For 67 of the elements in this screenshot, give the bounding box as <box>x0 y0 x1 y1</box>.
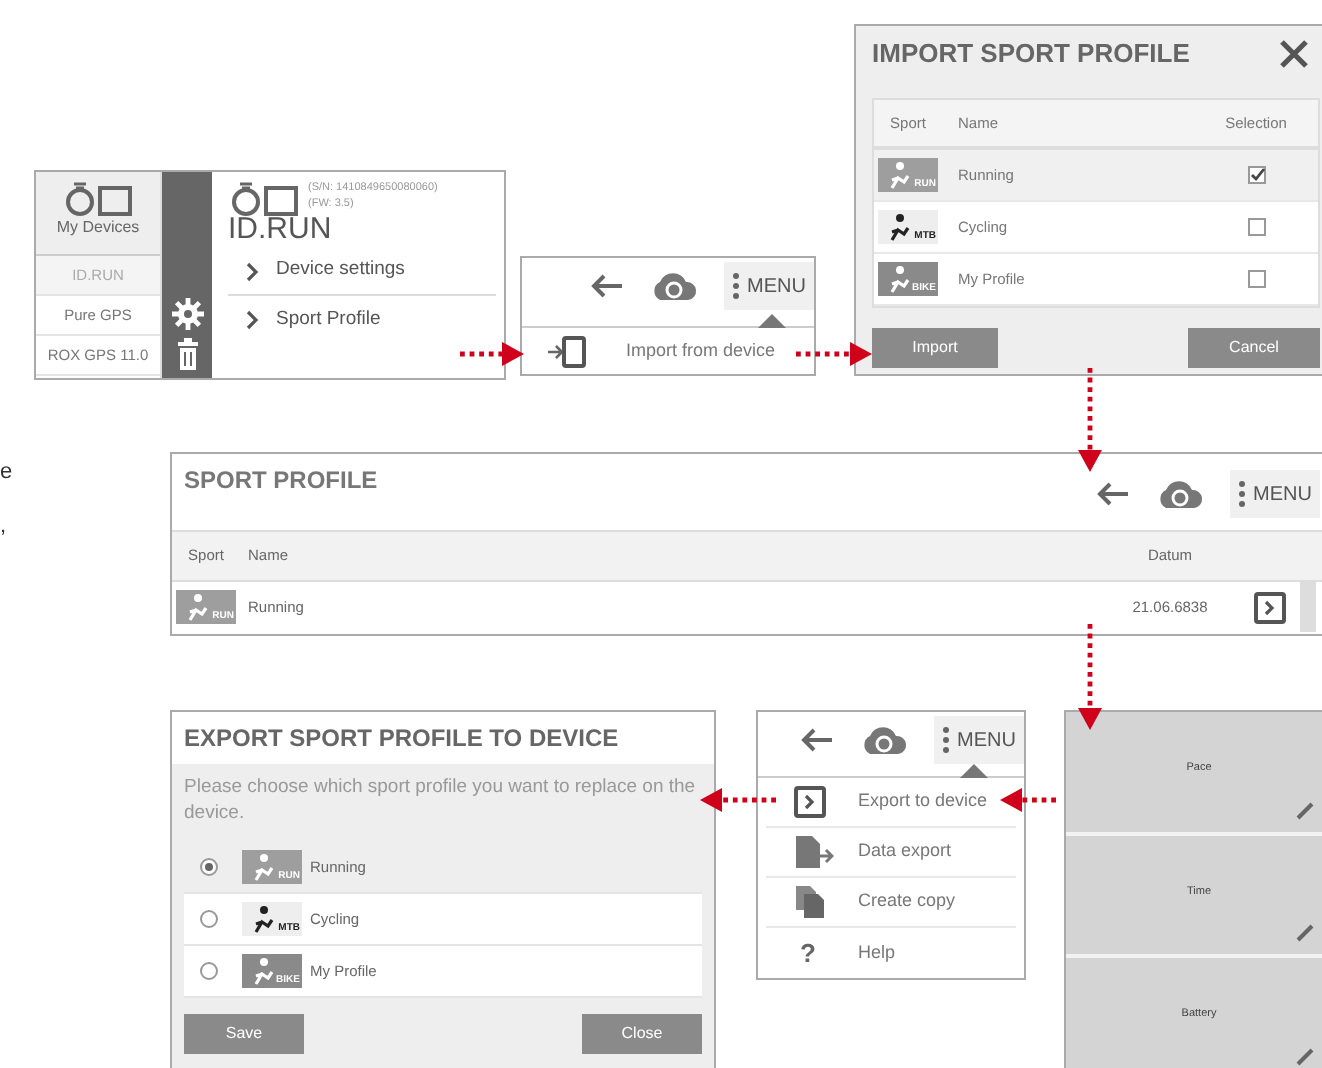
close-button[interactable]: Close <box>582 1014 702 1054</box>
runner-icon <box>886 264 910 294</box>
save-button[interactable]: Save <box>184 1014 304 1054</box>
import-button[interactable]: Import <box>872 328 998 368</box>
help-icon: ? <box>794 933 816 973</box>
menu-button[interactable]: MENU <box>1229 470 1320 518</box>
dialog-title: EXPORT SPORT PROFILE TO DEVICE <box>172 712 714 764</box>
back-arrow-icon <box>1093 480 1130 508</box>
pencil-icon <box>1296 1046 1316 1067</box>
dotted-arrow <box>1078 624 1102 730</box>
runner-icon <box>886 212 910 242</box>
menu-item[interactable]: ? Help <box>766 928 1016 979</box>
margin-text-fragment: , <box>0 516 7 538</box>
menu-button[interactable]: MENU <box>933 716 1024 764</box>
close-button[interactable] <box>1280 40 1308 68</box>
checkbox[interactable] <box>1247 166 1265 184</box>
pencil-icon <box>1296 922 1316 943</box>
menu-item[interactable]: Create copy <box>766 878 1016 929</box>
device-name: ID.RUN <box>228 212 334 248</box>
dotted-arrow <box>700 788 776 812</box>
device-menu-link[interactable]: Sport Profile <box>228 296 496 344</box>
menu-pointer-icon <box>960 764 988 778</box>
dialog-title: IMPORT SPORT PROFILE <box>872 36 1190 73</box>
checkbox[interactable] <box>1247 218 1265 236</box>
radio-button[interactable] <box>200 910 218 928</box>
more-menu-icon <box>731 272 740 300</box>
runner-icon <box>250 904 274 934</box>
dotted-arrow <box>1000 788 1056 812</box>
my-devices-tab[interactable]: My Devices <box>36 172 160 256</box>
runner-icon <box>250 852 274 882</box>
page-title: SPORT PROFILE <box>184 464 378 498</box>
scrollbar[interactable] <box>1300 582 1316 632</box>
runner-icon <box>250 956 274 986</box>
dotted-arrow <box>1078 368 1102 472</box>
more-menu-icon <box>1237 480 1246 508</box>
document-arrow-icon <box>794 834 834 871</box>
margin-text-fragment: e <box>0 462 13 484</box>
gear-icon <box>171 298 203 330</box>
radio-button[interactable] <box>200 858 218 876</box>
devices-icon <box>228 180 300 216</box>
tab-label: My Devices <box>56 216 140 240</box>
dotted-arrow <box>460 342 524 366</box>
radio-button[interactable] <box>200 962 218 980</box>
dialog-message: Please choose which sport profile you want to replace on the device. <box>182 774 698 826</box>
cancel-button[interactable]: Cancel <box>1188 328 1320 368</box>
menu-pointer-icon <box>758 314 786 328</box>
copy-documents-icon <box>794 884 826 921</box>
trash-icon <box>175 338 199 370</box>
device-menu-link[interactable]: Device settings <box>228 248 496 296</box>
dotted-arrow <box>796 342 872 366</box>
close-icon <box>1280 40 1308 68</box>
checkbox[interactable] <box>1247 270 1265 288</box>
back-arrow-icon <box>587 272 624 300</box>
runner-icon <box>184 592 208 622</box>
menu-item[interactable]: Import from device <box>522 328 814 374</box>
menu-button[interactable]: MENU <box>723 262 814 310</box>
devices-icon <box>62 180 134 216</box>
export-device-icon <box>1254 591 1286 623</box>
pencil-icon <box>1296 799 1316 820</box>
export-device-icon <box>794 786 826 818</box>
import-device-icon <box>546 335 586 367</box>
back-arrow-icon <box>797 726 834 754</box>
chevron-right-icon <box>244 261 260 281</box>
menu-item[interactable]: Data export <box>766 828 1016 879</box>
runner-icon <box>886 160 910 190</box>
chevron-right-icon <box>244 310 260 330</box>
more-menu-icon <box>941 726 950 754</box>
